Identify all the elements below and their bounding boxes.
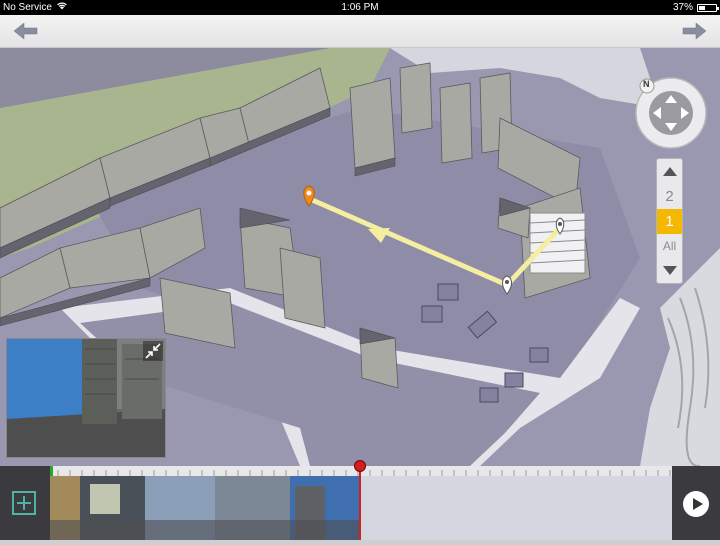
navigation-bar <box>0 15 720 48</box>
clock: 1:06 PM <box>341 2 379 13</box>
play-button[interactable] <box>683 491 709 517</box>
clip-track <box>50 476 672 540</box>
status-left: No Service <box>3 0 68 15</box>
triangle-down-icon <box>662 266 677 276</box>
wifi-icon <box>56 0 68 15</box>
back-button[interactable] <box>12 20 40 42</box>
play-icon <box>693 498 703 510</box>
collapse-preview-button[interactable] <box>143 341 163 361</box>
battery-percent: 37% <box>672 2 693 13</box>
timeline-start-marker <box>50 466 53 476</box>
triangle-up-icon <box>662 166 677 176</box>
floor-up-button[interactable] <box>657 159 682 184</box>
floor-option-2[interactable]: 2 <box>657 184 682 209</box>
status-right: 37% <box>672 0 719 15</box>
plus-icon <box>17 496 31 510</box>
floor-down-button[interactable] <box>657 259 682 284</box>
arrow-right-icon <box>682 22 707 40</box>
battery-icon <box>697 3 719 12</box>
floor-selector: 2 1 All <box>656 158 683 284</box>
floor-option-all[interactable]: All <box>657 234 682 259</box>
floor-list: 2 1 All <box>657 184 682 259</box>
playhead-knob[interactable] <box>354 460 366 472</box>
floor-option-1[interactable]: 1 <box>657 208 682 234</box>
status-bar: No Service 1:06 PM 37% <box>0 0 720 15</box>
navigation-compass[interactable]: N <box>634 76 708 150</box>
street-view-preview[interactable] <box>6 338 166 458</box>
collapse-arrows-icon <box>145 343 161 359</box>
timeline[interactable] <box>50 460 672 540</box>
add-clip-button[interactable] <box>12 491 36 515</box>
timeline-bar <box>0 460 720 540</box>
north-indicator: N <box>643 79 650 89</box>
arrow-left-icon <box>13 22 38 40</box>
timeline-playhead[interactable] <box>354 460 366 540</box>
forward-button[interactable] <box>680 20 708 42</box>
carrier-label: No Service <box>3 2 52 13</box>
